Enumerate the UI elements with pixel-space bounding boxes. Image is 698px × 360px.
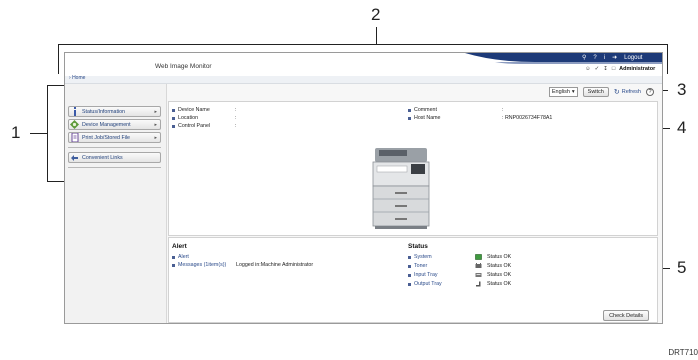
bullet-icon: [172, 124, 175, 128]
device-name-field: Device Name: [172, 107, 210, 113]
chevron-right-icon: ▸: [154, 121, 157, 128]
output-tray-status-value: Status OK: [487, 281, 512, 287]
toner-status-value: Status OK: [487, 263, 512, 269]
comment-colon: :: [502, 107, 504, 113]
messages-link[interactable]: Messages (1item(s)): [172, 262, 226, 268]
info-icon: [70, 107, 79, 116]
logout-icon[interactable]: ➜: [612, 54, 617, 62]
sidebar-item-print-job[interactable]: Print Job/Stored File ▸: [68, 132, 161, 143]
link-icon: [70, 153, 79, 162]
check-details-button[interactable]: Check Details: [603, 310, 649, 321]
bullet-icon: [408, 116, 411, 120]
status-system-link[interactable]: System: [408, 254, 432, 260]
monitor-icon[interactable]: □: [612, 66, 615, 72]
callout-2: 2: [371, 5, 381, 24]
bullet-icon: [172, 116, 175, 120]
breadcrumb-arrow-icon: ›: [69, 75, 71, 81]
logout-link[interactable]: Logout: [624, 54, 642, 62]
web-image-monitor-window: Web Image Monitor ⚲ ? i ➜ Logout ☺ ✓ ↧ □…: [64, 52, 663, 324]
control-panel-colon: :: [235, 123, 237, 129]
input-tray-icon: [475, 273, 482, 277]
user-icon[interactable]: ☺: [585, 66, 591, 72]
sidebar-item-status-information[interactable]: Status/Information ▸: [68, 106, 161, 117]
bullet-icon: [408, 255, 411, 259]
help-icon[interactable]: ?: [593, 54, 596, 62]
status-toner-link[interactable]: Toner: [408, 263, 427, 269]
sidebar-item-label: Convenient Links: [82, 154, 123, 161]
alert-link[interactable]: Alert: [172, 254, 189, 260]
callout-1-stem: [30, 133, 47, 134]
switch-button[interactable]: Switch: [582, 87, 609, 97]
callout-1-bracket-vert: [47, 85, 48, 182]
callout-5: 5: [677, 258, 687, 277]
admin-row: ☺ ✓ ↧ □ Administrator: [585, 66, 655, 72]
location-field: Location: [172, 115, 198, 121]
system-status-value: Status OK: [487, 254, 512, 260]
status-input-tray-link[interactable]: Input Tray: [408, 272, 438, 278]
alert-status-panel: Alert Alert Messages (1item(s)) Logged i…: [168, 237, 658, 323]
app-title: Web Image Monitor: [155, 63, 212, 70]
input-tray-status-value: Status OK: [487, 272, 512, 278]
sidebar-item-convenient-links[interactable]: Convenient Links: [68, 152, 161, 163]
callout-3: 3: [677, 80, 687, 99]
device-name-colon: :: [235, 107, 237, 113]
document-icon: [70, 133, 79, 142]
callout-2-bracket-top: [58, 44, 668, 45]
language-select[interactable]: English ▾: [548, 87, 578, 97]
admin-label: Administrator: [619, 66, 656, 72]
chevron-right-icon: ▸: [154, 134, 157, 141]
host-name-value: : RNP0026734F78A1: [502, 115, 553, 121]
header-icon-row: ⚲ ? i ➜ Logout: [582, 54, 642, 62]
toner-icon: [475, 263, 482, 268]
tools-icon[interactable]: ✓: [595, 66, 600, 72]
search-icon[interactable]: ⚲: [582, 54, 586, 62]
figure-code: DRT710: [668, 348, 698, 357]
sidebar-item-label: Print Job/Stored File: [82, 134, 130, 141]
printer-image: [372, 148, 430, 229]
bullet-icon: [172, 255, 175, 259]
alert-heading: Alert: [172, 243, 187, 250]
logged-in-text: Logged in:Machine Administrator: [236, 262, 314, 268]
callout-4: 4: [677, 118, 687, 137]
breadcrumb-home[interactable]: › Home: [69, 75, 85, 81]
sidebar: Status/Information ▸ Device Management ▸…: [65, 84, 167, 323]
callout-2-stem: [376, 27, 377, 44]
bullet-icon: [408, 108, 411, 112]
refresh-icon: ↻: [613, 89, 620, 96]
main-content: English ▾ Switch ↻ Refresh ? Device Name…: [167, 84, 662, 323]
control-panel-field: Control Panel: [172, 123, 210, 129]
header-bar: Web Image Monitor ⚲ ? i ➜ Logout ☺ ✓ ↧ □…: [65, 53, 662, 76]
status-heading: Status: [408, 243, 428, 250]
refresh-button[interactable]: ↻ Refresh: [614, 88, 641, 96]
callout-1: 1: [11, 123, 21, 142]
chevron-right-icon: ▸: [154, 108, 157, 115]
bullet-icon: [408, 264, 411, 268]
output-tray-icon: [476, 281, 481, 287]
sidebar-item-device-management[interactable]: Device Management ▸: [68, 119, 161, 130]
sidebar-divider: [68, 167, 161, 168]
callout-2-bracket-left: [58, 44, 59, 74]
toolbar: English ▾ Switch ↻ Refresh ?: [548, 87, 654, 97]
sidebar-divider: [68, 147, 161, 148]
callout-2-bracket-right: [667, 44, 668, 74]
download-icon[interactable]: ↧: [603, 66, 608, 72]
bullet-icon: [408, 273, 411, 277]
device-info-panel: Device Name : Location : Control Panel :…: [168, 101, 658, 236]
system-status-icon: [475, 254, 482, 260]
host-name-field: Host Name: [408, 115, 441, 121]
comment-field: Comment: [408, 107, 437, 113]
info-icon[interactable]: i: [604, 54, 605, 62]
bullet-icon: [408, 282, 411, 286]
sidebar-item-label: Device Management: [82, 121, 131, 128]
location-colon: :: [235, 115, 237, 121]
device-management-icon: [70, 120, 79, 129]
status-output-tray-link[interactable]: Output Tray: [408, 281, 442, 287]
breadcrumb: › Home: [65, 75, 662, 84]
sidebar-item-label: Status/Information: [82, 108, 125, 115]
bullet-icon: [172, 263, 175, 267]
help-icon[interactable]: ?: [646, 88, 654, 96]
chevron-down-icon: ▾: [571, 89, 575, 95]
bullet-icon: [172, 108, 175, 112]
